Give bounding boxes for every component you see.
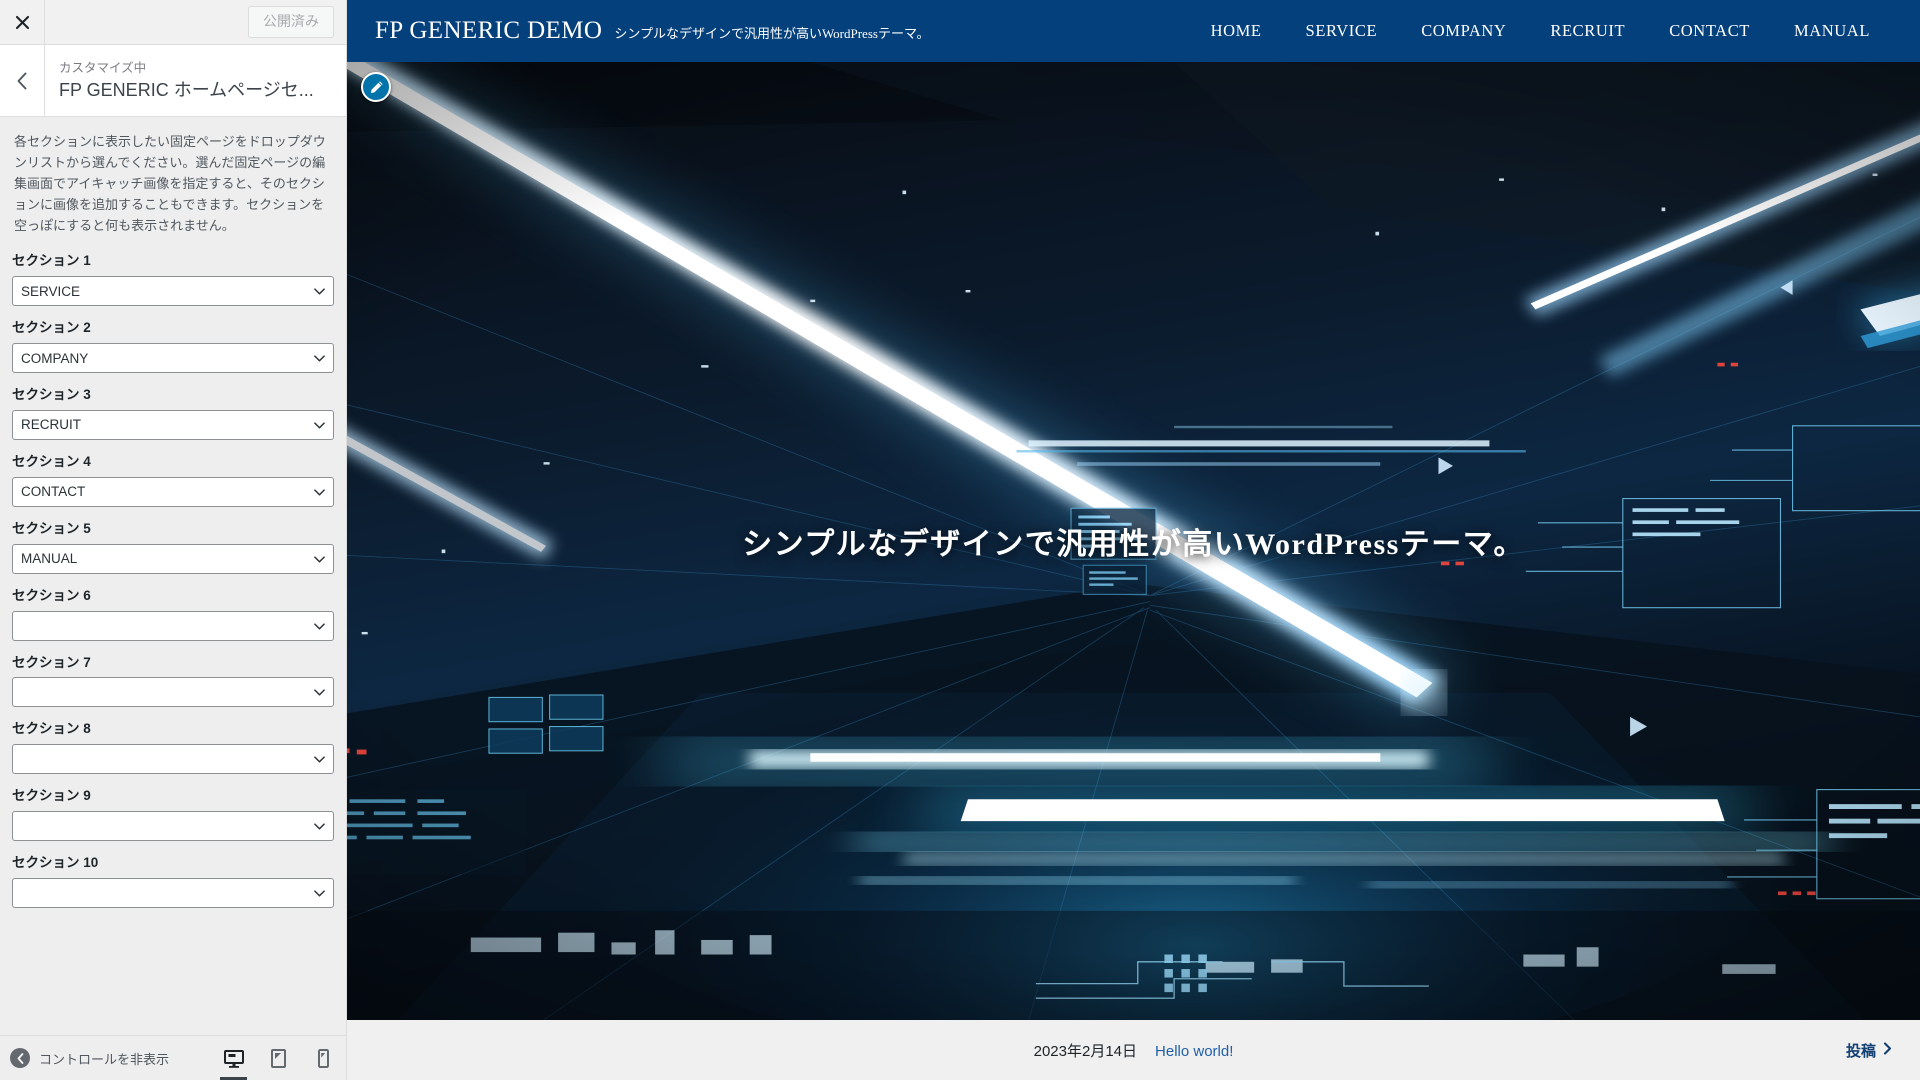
post-title-link[interactable]: Hello world! — [1155, 1043, 1233, 1060]
close-icon[interactable] — [0, 0, 45, 44]
control-section-5: セクション 5 MANUAL — [12, 520, 334, 574]
chevron-down-icon — [314, 556, 325, 563]
chevron-down-icon — [314, 890, 325, 897]
section-10-select[interactable] — [12, 878, 334, 909]
customizer-footer: コントロールを非表示 — [0, 1035, 346, 1080]
chevron-down-icon — [314, 756, 325, 763]
primary-navigation: HOME SERVICE COMPANY RECRUIT CONTACT MAN… — [1189, 21, 1892, 41]
post-date: 2023年2月14日 — [1033, 1042, 1138, 1060]
control-section-8: セクション 8 — [12, 720, 334, 775]
control-section-10: セクション 10 — [12, 854, 334, 909]
customizer-controls: 各セクションに表示したい固定ページをドロップダウンリストから選んでください。選ん… — [0, 117, 346, 1035]
nav-item-recruit[interactable]: RECRUIT — [1528, 21, 1647, 41]
control-label: セクション 10 — [12, 855, 99, 871]
chevron-down-icon — [314, 355, 325, 362]
site-branding[interactable]: FP GENERIC DEMO シンプルなデザインで汎用性が高いWordPres… — [375, 17, 930, 45]
select-value: MANUAL — [21, 551, 78, 567]
mobile-icon[interactable] — [301, 1036, 346, 1080]
chevron-down-icon — [314, 689, 325, 696]
chevron-left-icon[interactable] — [0, 45, 45, 116]
section-8-select[interactable] — [12, 744, 334, 775]
control-label: セクション 9 — [12, 788, 91, 804]
collapse-sidebar-label: コントロールを非表示 — [39, 1051, 170, 1067]
control-label: セクション 2 — [12, 320, 91, 336]
section-1-select[interactable]: SERVICE — [12, 276, 334, 307]
section-5-select[interactable]: MANUAL — [12, 543, 334, 574]
section-9-select[interactable] — [12, 811, 334, 842]
chevron-down-icon — [314, 823, 325, 830]
site-title: FP GENERIC DEMO — [375, 17, 603, 44]
panel-description: 各セクションに表示したい固定ページをドロップダウンリストから選んでください。選ん… — [14, 134, 326, 234]
select-value: SERVICE — [21, 283, 81, 299]
device-preview-switcher — [211, 1036, 346, 1080]
panel-title-bar: カスタマイズ中 FP GENERIC ホームページセ... — [0, 45, 346, 117]
section-7-select[interactable] — [12, 677, 334, 708]
control-label: セクション 7 — [12, 654, 91, 670]
control-label: セクション 4 — [12, 453, 91, 469]
control-label: セクション 1 — [12, 253, 91, 269]
pencil-icon[interactable] — [361, 72, 391, 102]
customizer-screen: 公開済み カスタマイズ中 FP GENERIC ホームページセ... 各セクショ… — [0, 0, 1920, 1080]
control-section-3: セクション 3 RECRUIT — [12, 386, 334, 440]
nav-item-company[interactable]: COMPANY — [1399, 21, 1528, 41]
control-section-9: セクション 9 — [12, 787, 334, 842]
control-label: セクション 8 — [12, 721, 91, 737]
chevron-right-icon — [1883, 1041, 1892, 1059]
control-section-7: セクション 7 — [12, 654, 334, 708]
section-2-select[interactable]: COMPANY — [12, 343, 334, 374]
customizer-header: 公開済み — [0, 0, 346, 45]
site-header: FP GENERIC DEMO シンプルなデザインで汎用性が高いWordPres… — [347, 0, 1920, 62]
control-section-1: セクション 1 SERVICE — [12, 252, 334, 307]
section-6-select[interactable] — [12, 610, 334, 641]
control-section-4: セクション 4 CONTACT — [12, 453, 334, 507]
header-spacer — [45, 0, 248, 44]
latest-post-meta: 2023年2月14日 Hello world! — [1034, 1040, 1234, 1061]
nav-item-home[interactable]: HOME — [1189, 21, 1284, 41]
page-title: FP GENERIC ホームページセ... — [59, 79, 314, 100]
chevron-down-icon — [314, 422, 325, 429]
hero-heading: シンプルなデザインで汎用性が高いWordPressテーマ。 — [742, 528, 1525, 561]
control-section-6: セクション 6 — [12, 587, 334, 641]
chevron-down-icon — [314, 489, 325, 496]
panel-title-texts: カスタマイズ中 FP GENERIC ホームページセ... — [45, 45, 346, 116]
nav-item-manual[interactable]: MANUAL — [1772, 21, 1892, 41]
section-4-select[interactable]: CONTACT — [12, 476, 334, 507]
site-tagline: シンプルなデザインで汎用性が高いWordPressテーマ。 — [614, 26, 930, 41]
posts-more-label: 投稿 — [1845, 1042, 1876, 1060]
tablet-icon[interactable] — [256, 1036, 301, 1080]
site-preview: FP GENERIC DEMO シンプルなデザインで汎用性が高いWordPres… — [347, 0, 1920, 1080]
control-label: セクション 6 — [12, 587, 91, 603]
desktop-icon[interactable] — [211, 1036, 256, 1080]
customizing-eyebrow: カスタマイズ中 — [59, 60, 147, 75]
site-footer-bar: 2023年2月14日 Hello world! 投稿 — [347, 1020, 1920, 1080]
chevron-down-icon — [314, 622, 325, 630]
nav-item-service[interactable]: SERVICE — [1284, 21, 1400, 41]
posts-more-link[interactable]: 投稿 — [1846, 1040, 1892, 1061]
chevron-down-icon — [314, 288, 325, 295]
control-section-2: セクション 2 COMPANY — [12, 319, 334, 374]
select-value: CONTACT — [21, 484, 86, 500]
control-label: セクション 3 — [12, 387, 91, 403]
control-label: セクション 5 — [12, 520, 91, 536]
section-3-select[interactable]: RECRUIT — [12, 409, 334, 440]
hero-section: シンプルなデザインで汎用性が高いWordPressテーマ。 — [347, 62, 1920, 1020]
chevron-left-circle-icon — [10, 1048, 30, 1068]
collapse-sidebar-button[interactable]: コントロールを非表示 — [10, 1048, 169, 1068]
select-value: RECRUIT — [21, 417, 81, 433]
nav-item-contact[interactable]: CONTACT — [1647, 21, 1772, 41]
customizer-sidebar: 公開済み カスタマイズ中 FP GENERIC ホームページセ... 各セクショ… — [0, 0, 347, 1080]
select-value: COMPANY — [21, 350, 89, 366]
publish-button[interactable]: 公開済み — [248, 6, 334, 38]
